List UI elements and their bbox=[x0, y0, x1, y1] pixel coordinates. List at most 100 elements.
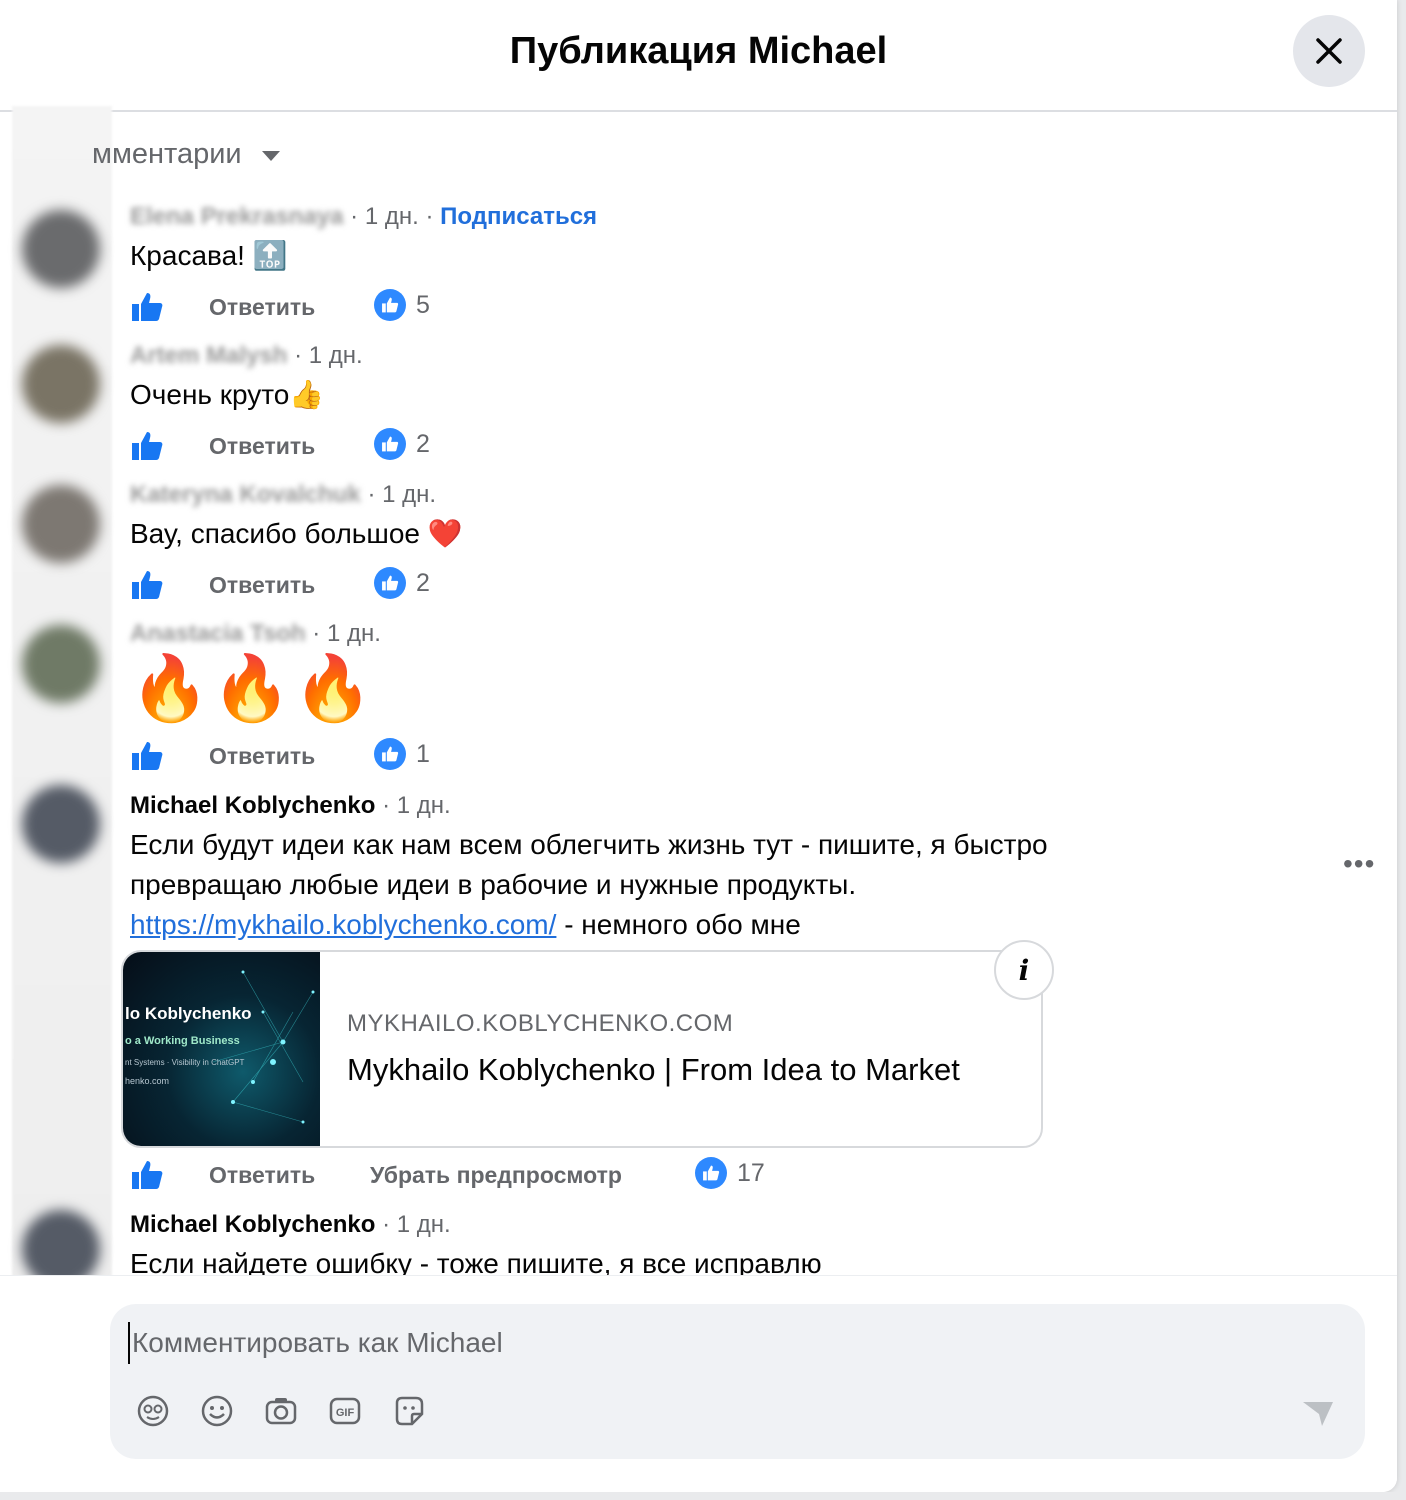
comment-actions: Ответить Убрать предпросмотр bbox=[130, 1155, 622, 1195]
network-graphic-icon bbox=[212, 970, 315, 1124]
emoji-icon[interactable] bbox=[198, 1392, 236, 1430]
comment: Artem Malysh · 1 дн. Очень круто👍 bbox=[130, 341, 363, 415]
comment-actions: Ответить bbox=[130, 736, 315, 776]
comment: Elena Prekrasnaya · 1 дн. · Подписаться … bbox=[130, 202, 597, 276]
reaction-count[interactable]: 5 bbox=[374, 289, 430, 321]
comment: Kateryna Kovalchuk · 1 дн. Вау, спасибо … bbox=[130, 480, 463, 554]
close-icon bbox=[1316, 38, 1342, 64]
preview-image-subtitle: o a Working Business bbox=[125, 1035, 240, 1047]
comment: Michael Koblychenko · 1 дн. Если будут и… bbox=[130, 791, 1048, 945]
svg-text:GIF: GIF bbox=[336, 1407, 355, 1419]
comment: Anastacia Tsoh · 1 дн. 🔥🔥🔥 bbox=[130, 619, 381, 723]
comment-text: Вау, спасибо большое ❤️ bbox=[130, 518, 463, 549]
comment-text: Красава! 🔝 bbox=[130, 240, 288, 271]
like-count: 5 bbox=[416, 290, 430, 319]
comment-time[interactable]: 1 дн. bbox=[397, 1211, 451, 1238]
avatar-column bbox=[12, 106, 112, 1350]
dialog-header: Публикация Michael bbox=[0, 0, 1397, 112]
avatar[interactable] bbox=[22, 210, 100, 288]
link-preview-title: Mykhailo Koblychenko | From Idea to Mark… bbox=[347, 1052, 960, 1087]
background-page bbox=[0, 1492, 1406, 1500]
subscribe-link[interactable]: Подписаться bbox=[440, 203, 597, 230]
preview-image-url: henko.com bbox=[125, 1076, 170, 1086]
more-options-icon[interactable]: ••• bbox=[1343, 848, 1375, 880]
comment: Michael Koblychenko · 1 дн. Если найдете… bbox=[130, 1210, 822, 1284]
reply-button[interactable]: Ответить bbox=[209, 1162, 315, 1189]
dialog-title: Публикация Michael bbox=[509, 30, 888, 72]
like-thumb-icon[interactable] bbox=[130, 1158, 164, 1192]
comment-author[interactable]: Anastacia Tsoh bbox=[130, 619, 306, 649]
reaction-count[interactable]: 1 bbox=[374, 738, 430, 770]
like-reaction-icon bbox=[374, 289, 406, 321]
comment-text-line: превращаю любые идеи в рабочие и нужные … bbox=[130, 869, 857, 900]
comment-author[interactable]: Elena Prekrasnaya bbox=[130, 202, 343, 232]
comment-input[interactable] bbox=[128, 1322, 1234, 1364]
like-reaction-icon bbox=[374, 567, 406, 599]
like-thumb-icon[interactable] bbox=[130, 568, 164, 602]
like-thumb-icon[interactable] bbox=[130, 429, 164, 463]
reply-button[interactable]: Ответить bbox=[209, 294, 315, 321]
comment-time[interactable]: 1 дн. bbox=[365, 203, 419, 230]
comment-meta: Elena Prekrasnaya · 1 дн. · Подписаться bbox=[130, 202, 598, 232]
remove-preview-button[interactable]: Убрать предпросмотр bbox=[370, 1162, 622, 1189]
gif-icon[interactable]: GIF bbox=[326, 1392, 364, 1430]
comment-time[interactable]: 1 дн. bbox=[382, 481, 436, 508]
like-reaction-icon bbox=[374, 428, 406, 460]
comment-author[interactable]: Michael Koblychenko bbox=[130, 1211, 375, 1238]
comment-composer: GIF bbox=[110, 1304, 1365, 1459]
send-icon[interactable] bbox=[1300, 1394, 1336, 1430]
comment-time[interactable]: 1 дн. bbox=[309, 342, 363, 369]
like-count: 17 bbox=[737, 1158, 765, 1187]
comment-sort-label: мментарии bbox=[92, 138, 242, 170]
reply-button[interactable]: Ответить bbox=[209, 743, 315, 770]
like-count: 2 bbox=[416, 429, 430, 458]
comment-actions: Ответить bbox=[130, 426, 315, 466]
comment-text: Очень круто👍 bbox=[130, 379, 325, 410]
avatar[interactable] bbox=[22, 785, 100, 863]
reaction-count[interactable]: 2 bbox=[374, 567, 430, 599]
preview-image-line: nt Systems · Visibility in ChatGPT bbox=[125, 1058, 245, 1067]
comment-text-line: Если будут идеи как нам всем облегчить ж… bbox=[130, 829, 1048, 860]
sticker-icon[interactable] bbox=[390, 1392, 428, 1430]
reply-button[interactable]: Ответить bbox=[209, 572, 315, 599]
reaction-count[interactable]: 2 bbox=[374, 428, 430, 460]
chevron-down-icon bbox=[261, 151, 280, 161]
comment-meta: Artem Malysh · 1 дн. bbox=[130, 341, 363, 371]
like-count: 1 bbox=[416, 739, 430, 768]
comment-text: 🔥🔥🔥 bbox=[130, 652, 376, 724]
close-button[interactable] bbox=[1293, 15, 1365, 87]
comment-composer-area: GIF bbox=[0, 1275, 1397, 1492]
comment-sort-dropdown[interactable]: мментарии bbox=[92, 134, 280, 174]
link-preview-domain: MYKHAILO.KOBLYCHENKO.COM bbox=[347, 1010, 734, 1037]
comment-link-suffix: - немного обо мне bbox=[556, 909, 801, 940]
preview-image-title: lo Koblychenko bbox=[125, 1004, 252, 1023]
avatar[interactable] bbox=[22, 485, 100, 563]
comment-actions: Ответить bbox=[130, 565, 315, 605]
comment-meta: Michael Koblychenko · 1 дн. bbox=[130, 1211, 451, 1238]
reaction-count[interactable]: 17 bbox=[695, 1157, 765, 1189]
comment-link-line: https://mykhailo.koblychenko.com/ - немн… bbox=[130, 905, 1048, 945]
comment-author[interactable]: Artem Malysh bbox=[130, 341, 287, 371]
like-thumb-icon[interactable] bbox=[130, 739, 164, 773]
comment-meta: Kateryna Kovalchuk · 1 дн. bbox=[130, 480, 437, 510]
avatar-sticker-icon[interactable] bbox=[134, 1392, 172, 1430]
avatar[interactable] bbox=[22, 625, 100, 703]
reply-button[interactable]: Ответить bbox=[209, 433, 315, 460]
comment-actions: Ответить bbox=[130, 287, 315, 327]
link-preview-image: lo Koblychenko o a Working Business nt S… bbox=[123, 952, 320, 1146]
info-icon[interactable]: i bbox=[994, 940, 1054, 1000]
link-preview-card[interactable]: lo Koblychenko o a Working Business nt S… bbox=[121, 950, 1043, 1148]
camera-icon[interactable] bbox=[262, 1392, 300, 1430]
comment-time[interactable]: 1 дн. bbox=[327, 620, 381, 647]
like-reaction-icon bbox=[374, 738, 406, 770]
like-reaction-icon bbox=[695, 1157, 727, 1189]
comment-author[interactable]: Kateryna Kovalchuk bbox=[130, 480, 361, 510]
comment-time[interactable]: 1 дн. bbox=[397, 792, 451, 819]
comment-author[interactable]: Michael Koblychenko bbox=[130, 792, 375, 819]
like-thumb-icon[interactable] bbox=[130, 290, 164, 324]
like-count: 2 bbox=[416, 568, 430, 597]
comment-meta: Anastacia Tsoh · 1 дн. bbox=[130, 619, 381, 649]
avatar[interactable] bbox=[22, 345, 100, 423]
comment-link[interactable]: https://mykhailo.koblychenko.com/ bbox=[130, 909, 556, 940]
post-dialog: Публикация Michael мментарии Elena Prekr… bbox=[0, 0, 1397, 1492]
